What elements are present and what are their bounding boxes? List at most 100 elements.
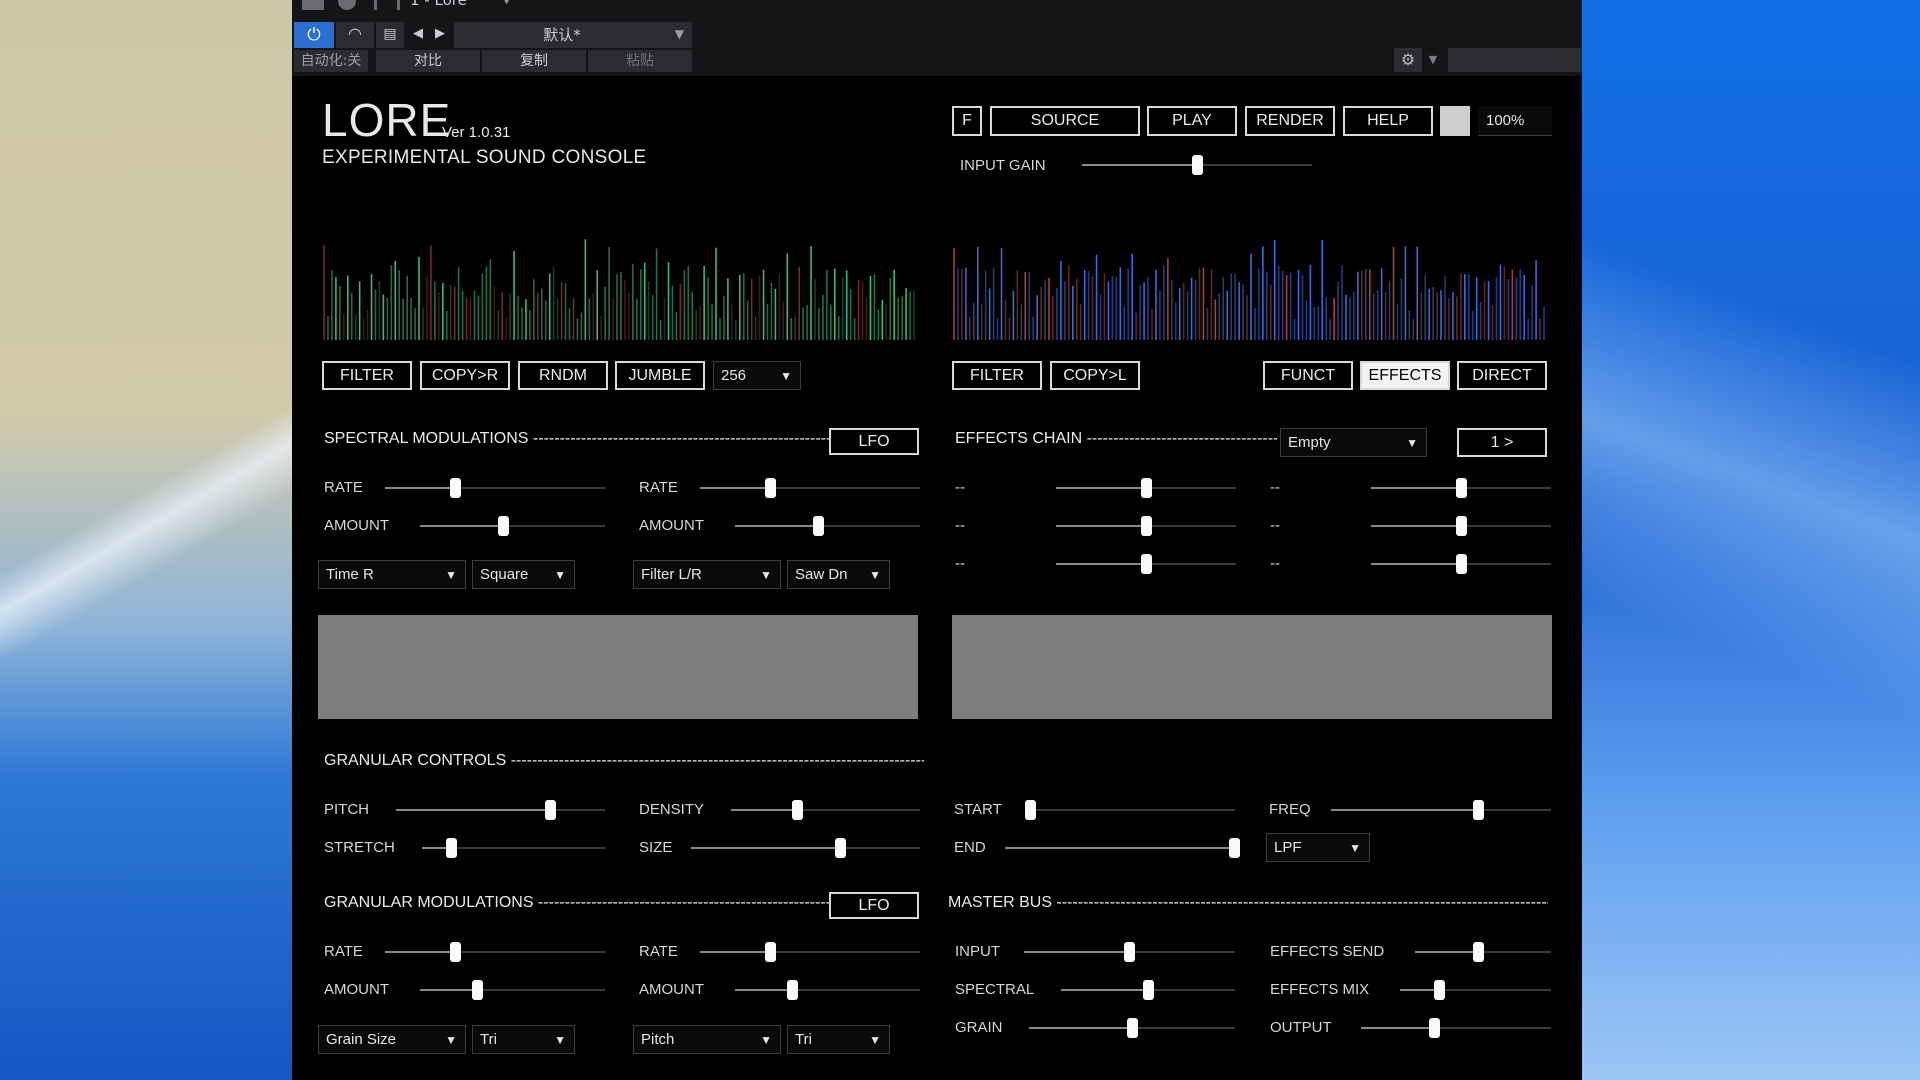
granular-a-rate-slider[interactable] [385,942,605,962]
grid-icon[interactable] [302,0,324,10]
funct-button[interactable]: FUNCT [1263,361,1353,390]
routing-icon[interactable] [374,0,400,10]
slider-thumb[interactable] [1142,980,1154,1000]
next-preset-icon[interactable]: ▶ [430,22,450,48]
filter-type-dropdown[interactable]: LPF ▼ [1266,833,1370,862]
prev-preset-icon[interactable]: ◀ [408,22,428,48]
effects-param-2-slider[interactable] [1056,516,1236,536]
spectral-lfo-button[interactable]: LFO [829,428,919,455]
slider-thumb[interactable] [449,478,461,498]
slider-thumb[interactable] [1140,554,1152,574]
compare-button[interactable]: 对比 [376,50,480,72]
copy-to-right-button[interactable]: COPY>R [420,361,510,390]
slider-thumb[interactable] [834,838,846,858]
master-input-slider[interactable] [1024,942,1235,962]
render-button[interactable]: RENDER [1245,106,1335,136]
pitch-slider[interactable] [396,800,605,820]
slider-thumb[interactable] [1124,942,1135,962]
output-slider[interactable] [1361,1018,1551,1038]
effects-param-3-slider[interactable] [1056,554,1236,574]
granular-b-amount-slider[interactable] [735,980,920,1000]
slider-thumb[interactable] [813,516,825,536]
slider-thumb[interactable] [1429,1018,1441,1038]
help-button[interactable]: HELP [1343,106,1433,136]
slider-thumb[interactable] [1433,980,1445,1000]
stretch-slider[interactable] [422,838,605,858]
effects-param-4-slider[interactable] [1371,478,1551,498]
play-button[interactable]: PLAY [1147,106,1237,136]
fft-size-dropdown[interactable]: 256 ▼ [713,361,801,390]
spectral-modulation-display[interactable] [318,615,918,719]
effects-param-6-slider[interactable] [1371,554,1551,574]
spectral-a-target-dropdown[interactable]: Time R ▼ [318,560,466,589]
granular-b-shape-dropdown[interactable]: Tri ▼ [787,1025,890,1054]
copy-button[interactable]: 复制 [482,50,586,72]
slider-thumb[interactable] [1140,478,1152,498]
source-button[interactable]: SOURCE [990,106,1140,136]
slider-thumb[interactable] [1126,1018,1138,1038]
end-slider[interactable] [1005,838,1240,858]
slider-thumb[interactable] [544,800,556,820]
slider-thumb[interactable] [764,942,776,962]
slider-thumb[interactable] [791,800,803,820]
master-spectral-slider[interactable] [1061,980,1235,1000]
effects-page-button[interactable]: 1 > [1457,428,1547,457]
density-slider[interactable] [731,800,920,820]
jumble-button[interactable]: JUMBLE [615,361,705,390]
automation-toggle[interactable]: 自动化:关 [294,50,368,72]
effects-param-1-slider[interactable] [1056,478,1236,498]
granular-a-amount-slider[interactable] [420,980,605,1000]
slider-thumb[interactable] [1455,516,1467,536]
randomize-button[interactable]: RNDM [518,361,608,390]
slider-thumb[interactable] [446,838,458,858]
effects-chain-display[interactable] [952,615,1552,719]
paste-button[interactable]: 粘贴 [588,50,692,72]
zoom-field[interactable]: 100% [1478,106,1552,136]
slider-thumb[interactable] [1229,838,1240,858]
left-filter-button[interactable]: FILTER [322,361,412,390]
slider-thumb[interactable] [787,980,799,1000]
right-spectrum-display[interactable] [952,232,1546,340]
granular-a-target-dropdown[interactable]: Grain Size ▼ [318,1025,466,1054]
slider-thumb[interactable] [498,516,510,536]
slider-thumb[interactable] [1473,800,1485,820]
slider-thumb[interactable] [1191,155,1203,175]
spectral-a-amount-slider[interactable] [420,516,605,536]
settings-dropdown-icon[interactable]: ▼ [1422,48,1444,72]
effects-param-5-slider[interactable] [1371,516,1551,536]
power-button[interactable]: ⏻ [294,22,334,48]
freq-slider[interactable] [1331,800,1551,820]
preset-selector[interactable]: 默认* ▼ [454,22,692,48]
spectral-b-target-dropdown[interactable]: Filter L/R ▼ [633,560,781,589]
direct-button[interactable]: DIRECT [1457,361,1547,390]
input-gain-slider[interactable] [1082,155,1312,175]
bypass-icon[interactable]: ◠ [336,22,374,48]
slider-thumb[interactable] [1455,554,1467,574]
effects-mix-slider[interactable] [1400,980,1551,1000]
left-spectrum-display[interactable] [322,232,916,340]
color-swatch[interactable] [1440,106,1470,136]
spectral-a-rate-slider[interactable] [385,478,605,498]
granular-b-rate-slider[interactable] [700,942,920,962]
track-chevron-icon[interactable]: ▼ [502,0,511,6]
effects-button[interactable]: EFFECTS [1360,361,1450,390]
slider-thumb[interactable] [764,478,776,498]
slider-thumb[interactable] [1472,942,1484,962]
start-slider[interactable] [1025,800,1235,820]
slider-thumb[interactable] [1025,800,1036,820]
size-slider[interactable] [691,838,920,858]
slider-thumb[interactable] [1455,478,1467,498]
master-grain-slider[interactable] [1029,1018,1235,1038]
spectral-a-shape-dropdown[interactable]: Square ▼ [472,560,575,589]
granular-b-target-dropdown[interactable]: Pitch ▼ [633,1025,781,1054]
spectral-b-shape-dropdown[interactable]: Saw Dn ▼ [787,560,890,589]
preset-browser-icon[interactable]: ▤ [376,22,404,48]
effects-preset-dropdown[interactable]: Empty ▼ [1280,428,1427,457]
gear-icon[interactable]: ⚙ [1394,48,1422,72]
effects-send-slider[interactable] [1415,942,1551,962]
slider-thumb[interactable] [449,942,461,962]
spectral-b-rate-slider[interactable] [700,478,920,498]
right-filter-button[interactable]: FILTER [952,361,1042,390]
track-name[interactable]: 1 - Lore [410,0,530,9]
spectral-b-amount-slider[interactable] [735,516,920,536]
